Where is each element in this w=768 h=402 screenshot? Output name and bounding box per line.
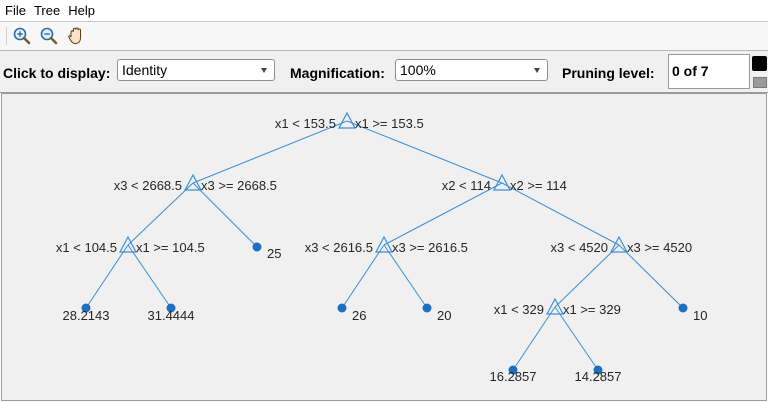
leaf-value: 25 bbox=[267, 246, 281, 261]
split-rule-left: x3 < 2668.5 bbox=[114, 178, 182, 193]
split-rule-left: x3 < 2616.5 bbox=[305, 240, 373, 255]
split-rule-right: x3 >= 2616.5 bbox=[392, 240, 468, 255]
tree-canvas: x1 < 153.5 x1 >= 153.5 x3 < 2668.5 x3 >= 26… bbox=[1, 93, 767, 401]
split-rule-left: x1 < 104.5 bbox=[56, 240, 117, 255]
leaf-value: 20 bbox=[437, 308, 451, 323]
leaf-node-l4[interactable] bbox=[337, 303, 347, 313]
leaf-value: 10 bbox=[693, 308, 707, 323]
leaf-node-l5[interactable] bbox=[422, 303, 432, 313]
leaf-node-l6[interactable] bbox=[678, 303, 688, 313]
leaf-value: 28.2143 bbox=[63, 308, 110, 323]
leaf-node-l3[interactable] bbox=[252, 242, 262, 252]
split-rule-right: x2 >= 114 bbox=[510, 178, 567, 193]
leaf-value: 31.4444 bbox=[148, 308, 195, 323]
tree-labels: x1 < 153.5 x1 >= 153.5 x3 < 2668.5 x3 >= 26… bbox=[56, 116, 708, 384]
split-rule-left: x2 < 114 bbox=[442, 178, 491, 193]
split-rule-left: x3 < 4520 bbox=[551, 240, 608, 255]
split-rule-right: x1 >= 104.5 bbox=[136, 240, 205, 255]
split-rule-right: x1 >= 329 bbox=[563, 302, 621, 317]
split-rule-left: x1 < 329 bbox=[494, 302, 544, 317]
split-rule-right: x1 >= 153.5 bbox=[355, 116, 424, 131]
split-rule-right: x3 >= 2668.5 bbox=[201, 178, 277, 193]
leaf-value: 14.2857 bbox=[575, 369, 622, 384]
leaf-value: 16.2857 bbox=[490, 369, 537, 384]
split-rule-right: x3 >= 4520 bbox=[627, 240, 692, 255]
decision-tree: x1 < 153.5 x1 >= 153.5 x3 < 2668.5 x3 >= 26… bbox=[56, 111, 708, 384]
branch-node-n1[interactable] bbox=[338, 111, 356, 129]
split-rule-left: x1 < 153.5 bbox=[275, 116, 336, 131]
leaf-value: 26 bbox=[352, 308, 366, 323]
